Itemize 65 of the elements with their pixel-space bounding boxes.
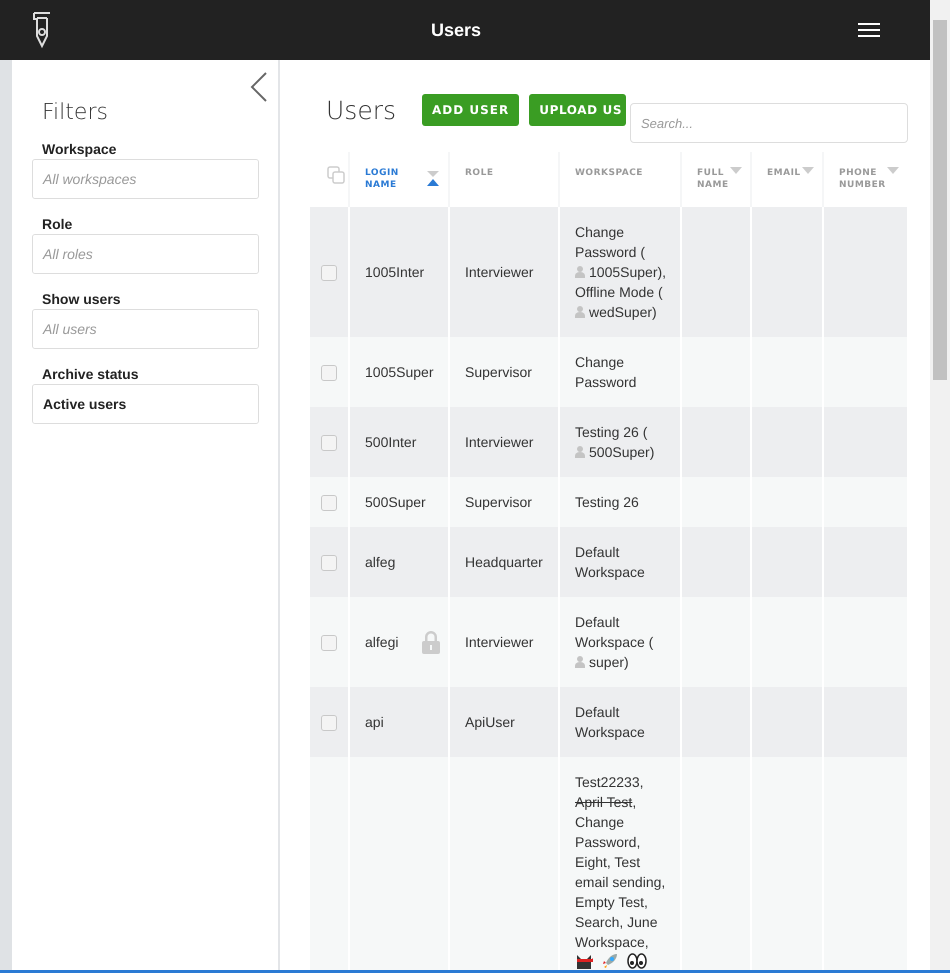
filter-label: Workspace <box>42 141 118 157</box>
filter-label: Archive status <box>42 366 140 382</box>
scrollbar[interactable] <box>930 0 950 970</box>
login-name: alfegi <box>365 633 398 652</box>
login-name: 1005Inter <box>365 263 424 282</box>
workspace-text: Offline Mode ( <box>575 284 663 300</box>
column-header[interactable]: FULL NAME <box>697 167 729 191</box>
login-name: 500Inter <box>365 433 416 452</box>
login-name: 500Super <box>365 493 426 512</box>
workspace-text: Default Workspace <box>575 544 645 580</box>
column-header: WORKSPACE <box>575 167 643 179</box>
search-field[interactable]: Search... <box>630 103 908 143</box>
rocket-icon <box>600 952 619 970</box>
column-header[interactable]: EMAIL <box>767 167 801 179</box>
user-icon <box>575 446 585 458</box>
row-checkbox[interactable] <box>321 495 337 512</box>
filter-field[interactable]: All users <box>32 309 259 349</box>
user-icon <box>575 306 585 318</box>
row-checkbox[interactable] <box>321 635 337 652</box>
add-user-button[interactable]: ADD USER <box>422 94 520 126</box>
user-icon <box>575 266 585 278</box>
role-text: Supervisor <box>465 494 532 510</box>
upload-users-button[interactable]: UPLOAD US <box>529 94 626 126</box>
workspace-text: Default Workspace <box>575 704 645 740</box>
select-all-icon[interactable] <box>327 166 345 184</box>
workspace-text: Change Password, Eight, Test email sending, Empty Test, Search, June Workspace, <box>575 814 666 950</box>
column-header: ROLE <box>465 167 494 179</box>
filter-label: Role <box>42 216 74 232</box>
filter-field[interactable]: Active users <box>32 384 259 424</box>
role-text: ApiUser <box>465 714 515 730</box>
page-title: Users <box>326 96 396 124</box>
role-text: Interviewer <box>465 634 534 650</box>
column-header[interactable]: LOGIN NAME <box>365 167 399 191</box>
role-text: Interviewer <box>465 434 534 450</box>
row-checkbox[interactable] <box>321 555 337 572</box>
supervisor-name: wedSuper) <box>589 304 657 320</box>
archived-workspace-text: April Test, <box>575 794 636 810</box>
workspace-text: Testing 26 ( <box>575 424 648 440</box>
cat-icon <box>575 952 593 970</box>
login-name: alfeg <box>365 553 396 572</box>
row-checkbox[interactable] <box>321 715 337 732</box>
column-header[interactable]: PHONE NUMBER <box>839 167 886 191</box>
supervisor-name: 500Super) <box>589 444 654 460</box>
row-checkbox[interactable] <box>321 435 337 452</box>
login-name: 1005Super <box>365 363 434 382</box>
user-icon <box>575 656 585 668</box>
filter-field[interactable]: All roles <box>32 234 259 274</box>
eyes-icon <box>626 952 647 970</box>
workspace-text: Testing 26 <box>575 494 639 510</box>
row-checkbox[interactable] <box>321 265 337 282</box>
filter-field[interactable]: All workspaces <box>32 159 259 199</box>
app-title: Users <box>430 20 482 40</box>
supervisor-name: super) <box>589 654 629 670</box>
role-text: Headquarter <box>465 554 543 570</box>
row-checkbox[interactable] <box>321 365 337 382</box>
filters-title: Filters <box>42 100 109 125</box>
workspace-text: Test22233, <box>575 774 644 790</box>
filter-label: Show users <box>42 291 122 307</box>
collapse-button[interactable] <box>250 72 268 102</box>
supervisor-name: 1005Super), <box>589 264 666 280</box>
workspace-text: Change Password ( <box>575 224 646 260</box>
login-name: api <box>365 713 384 732</box>
workspace-text: Change Password <box>575 354 636 390</box>
role-text: Interviewer <box>465 264 534 280</box>
role-text: Supervisor <box>465 364 532 380</box>
